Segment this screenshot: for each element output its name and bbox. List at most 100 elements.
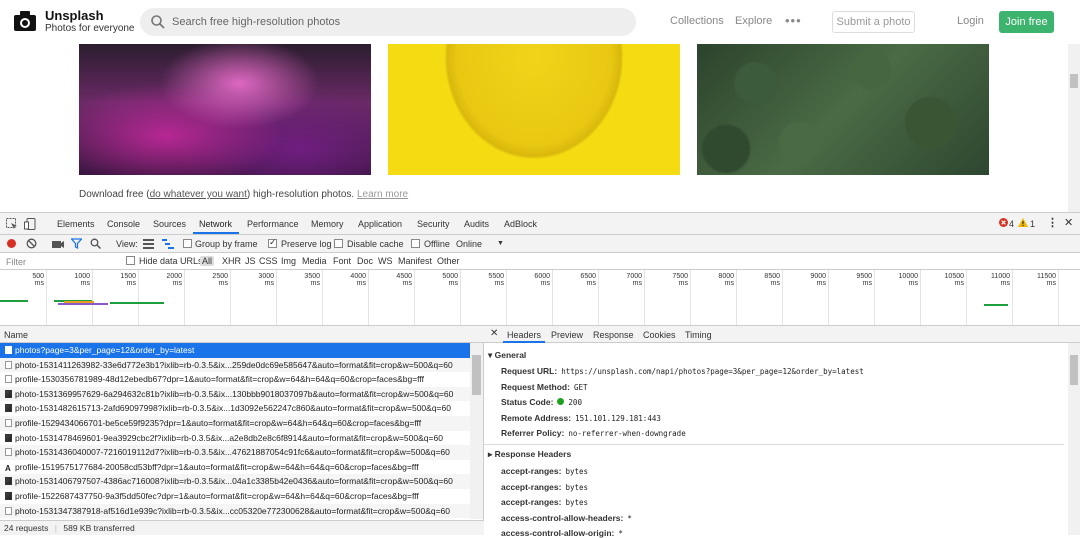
detail-tab-response[interactable]: Response xyxy=(593,330,634,340)
name-column-header[interactable]: Name xyxy=(4,330,28,340)
tab-network[interactable]: Network xyxy=(199,219,232,229)
request-row[interactable]: photo-1531436040007-7216019112d7?ixlib=r… xyxy=(0,445,470,460)
detail-tab-preview[interactable]: Preview xyxy=(551,330,583,340)
request-list-scrollbar[interactable] xyxy=(470,343,483,519)
inspect-element-icon[interactable] xyxy=(6,218,18,230)
response-headers-toggle[interactable]: ▸ Response Headers xyxy=(488,449,571,460)
type-filter-manifest[interactable]: Manifest xyxy=(398,256,432,266)
close-detail-icon[interactable]: ✕ xyxy=(490,328,498,339)
tab-elements[interactable]: Elements xyxy=(57,219,95,229)
request-row[interactable]: photo-1531369957629-6a294632c81b?ixlib=r… xyxy=(0,386,470,402)
request-row[interactable]: photo-1531411263982-33e6d772e3b1?ixlib=r… xyxy=(0,357,470,373)
hide-data-urls-label[interactable]: Hide data URLs xyxy=(139,256,203,266)
detail-tab-cookies[interactable]: Cookies xyxy=(643,330,676,340)
submit-photo-button[interactable]: Submit a photo xyxy=(832,11,915,33)
request-name: photo-1531411263982-33e6d772e3b1?ixlib=r… xyxy=(15,359,453,370)
type-filter-doc[interactable]: Doc xyxy=(357,256,373,266)
request-row[interactable]: photo-1531347387918-af516d1e939c?ixlib=r… xyxy=(0,503,470,519)
filter-input[interactable] xyxy=(4,255,114,268)
group-by-frame-label[interactable]: Group by frame xyxy=(195,239,258,249)
network-overview-timeline[interactable]: 500 ms 1000 ms 1500 ms 2000 ms 2500 ms 3000 m… xyxy=(0,270,1080,326)
detail-tab-bar: ✕ Headers Preview Response Cookies Timin… xyxy=(484,326,1080,343)
type-filter-img[interactable]: Img xyxy=(281,256,296,266)
device-toolbar-icon[interactable] xyxy=(24,218,36,230)
detail-tab-timing[interactable]: Timing xyxy=(685,330,712,340)
more-options-icon[interactable]: ••• xyxy=(785,13,802,28)
request-row[interactable]: photo-1531482615713-2afd69097998?ixlib=r… xyxy=(0,401,470,416)
general-section-toggle[interactable]: ▾ General xyxy=(488,350,526,361)
camera-logo-icon[interactable] xyxy=(14,11,36,31)
transferred-size: 589 KB transferred xyxy=(63,523,135,533)
waterfall-overview-icon[interactable] xyxy=(162,238,174,249)
site-scrollbar[interactable] xyxy=(1068,44,1080,212)
photo-yellow-banana[interactable] xyxy=(388,44,680,175)
request-row[interactable]: photo-1531478469601-9ea3929cbc2f?ixlib=r… xyxy=(0,431,470,446)
detail-scrollbar[interactable] xyxy=(1068,343,1080,535)
large-rows-icon[interactable] xyxy=(143,238,154,249)
request-row[interactable]: profile-1530356781989-48d12ebedb67?dpr=1… xyxy=(0,372,470,387)
type-filter-css[interactable]: CSS xyxy=(259,256,278,266)
tab-memory[interactable]: Memory xyxy=(311,219,344,229)
offline-label[interactable]: Offline xyxy=(424,239,450,249)
request-row[interactable]: photos?page=3&per_page=12&order_by=lates… xyxy=(0,343,470,358)
request-row[interactable]: Aprofile-1519575177684-20058cd53bff?dpr=… xyxy=(0,460,470,475)
error-icon[interactable] xyxy=(999,218,1008,227)
tab-sources[interactable]: Sources xyxy=(153,219,186,229)
type-filter-all[interactable]: All xyxy=(200,256,215,266)
type-filter-font[interactable]: Font xyxy=(333,256,351,266)
disable-cache-label[interactable]: Disable cache xyxy=(347,239,404,249)
tab-performance[interactable]: Performance xyxy=(247,219,299,229)
devtools-menu-icon[interactable]: ⋮ xyxy=(1047,216,1058,229)
type-filter-other[interactable]: Other xyxy=(437,256,460,266)
timeline-tick-label: 10500 ms xyxy=(944,273,964,287)
devtools-panel: Elements Console Sources Network Perform… xyxy=(0,212,1080,538)
type-filter-media[interactable]: Media xyxy=(302,256,327,266)
timeline-gridline xyxy=(276,270,277,325)
nav-explore[interactable]: Explore xyxy=(735,15,772,27)
join-free-button[interactable]: Join free xyxy=(999,11,1054,33)
search-input[interactable] xyxy=(170,12,620,32)
preserve-log-checkbox[interactable] xyxy=(268,237,277,248)
record-icon[interactable] xyxy=(6,238,17,249)
nav-collections[interactable]: Collections xyxy=(670,15,724,27)
timeline-gridline xyxy=(230,270,231,325)
screenshot-camera-icon[interactable] xyxy=(52,239,64,249)
offline-checkbox[interactable] xyxy=(411,239,420,248)
search-network-icon[interactable] xyxy=(90,238,101,249)
filter-funnel-icon[interactable] xyxy=(71,238,82,249)
close-devtools-icon[interactable]: ✕ xyxy=(1064,216,1073,229)
group-by-frame-checkbox[interactable] xyxy=(183,239,192,248)
tab-security[interactable]: Security xyxy=(417,219,450,229)
site-scroll-thumb[interactable] xyxy=(1070,74,1078,88)
tab-adblock[interactable]: AdBlock xyxy=(504,219,537,229)
search-box[interactable] xyxy=(140,8,636,36)
request-row[interactable]: profile-1529434066701-be5ce59f9235?dpr=1… xyxy=(0,416,470,431)
request-row[interactable]: photo-1531406797507-4386ac716008?ixlib=r… xyxy=(0,474,470,489)
type-filter-xhr[interactable]: XHR xyxy=(222,256,241,266)
brand-name[interactable]: Unsplash xyxy=(45,8,104,23)
error-count[interactable]: 4 xyxy=(1009,219,1014,229)
tab-application[interactable]: Application xyxy=(358,219,402,229)
throttling-select[interactable]: Online xyxy=(456,239,482,249)
learn-more-link[interactable]: Learn more xyxy=(357,189,408,200)
photo-forest-aerial[interactable] xyxy=(697,44,989,175)
timeline-gridline xyxy=(552,270,553,325)
disable-cache-checkbox[interactable] xyxy=(334,239,343,248)
caption-license-link[interactable]: do whatever you want xyxy=(150,189,247,200)
clear-icon[interactable] xyxy=(26,238,37,249)
login-link[interactable]: Login xyxy=(957,15,984,27)
request-list-scroll-thumb[interactable] xyxy=(472,355,481,395)
warning-count[interactable]: 1 xyxy=(1030,219,1035,229)
preserve-log-label[interactable]: Preserve log xyxy=(281,239,332,249)
request-row[interactable]: profile-1522687437750-9a3f5dd50fec?dpr=1… xyxy=(0,489,470,504)
type-filter-ws[interactable]: WS xyxy=(378,256,393,266)
warning-icon[interactable] xyxy=(1018,218,1028,227)
detail-tab-headers[interactable]: Headers xyxy=(507,330,541,340)
photo-city-night[interactable] xyxy=(79,44,371,175)
hide-data-urls-checkbox[interactable] xyxy=(126,256,135,265)
detail-scroll-thumb[interactable] xyxy=(1070,355,1078,385)
throttling-chevron-icon[interactable]: ▼ xyxy=(497,240,504,247)
tab-audits[interactable]: Audits xyxy=(464,219,489,229)
tab-console[interactable]: Console xyxy=(107,219,140,229)
type-filter-js[interactable]: JS xyxy=(245,256,256,266)
